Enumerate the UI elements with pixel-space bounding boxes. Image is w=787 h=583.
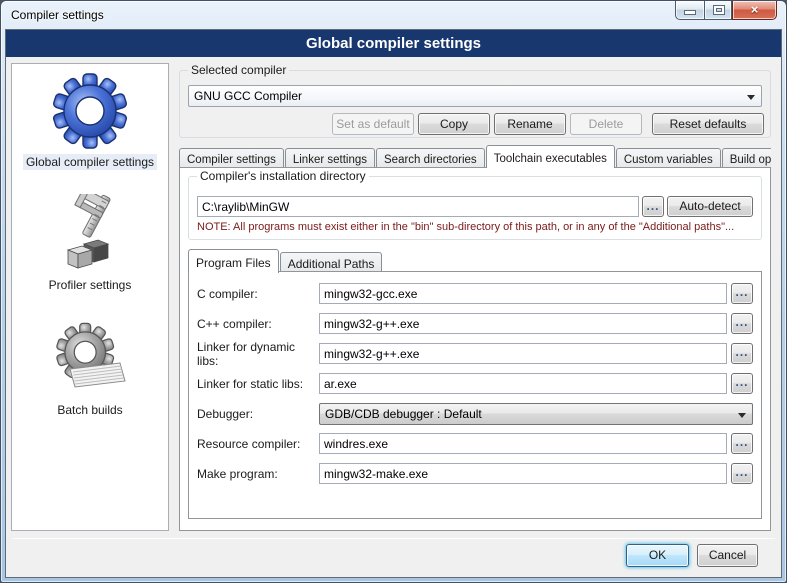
compiler-settings-dialog: Compiler settings × Global compiler sett… [0,0,787,583]
install-dir-note: NOTE: All programs must exist either in … [197,221,755,233]
set-as-default-button: Set as default [332,113,414,135]
program-files-panel: C compiler: ... C++ compiler: ... Linker… [188,271,762,519]
form-row-debugger: Debugger: GDB/CDB debugger : Default [197,403,753,424]
titlebar[interactable]: Compiler settings × [1,1,786,29]
form-row-linker-static: Linker for static libs: ... [197,373,753,394]
rename-button[interactable]: Rename [494,113,566,135]
tab-compiler-settings[interactable]: Compiler settings [179,148,284,168]
delete-button: Delete [570,113,642,135]
install-dir-group: Compiler's installation directory ... Au… [188,176,762,240]
install-dir-group-label: Compiler's installation directory [197,169,369,183]
compiler-select-value: GNU GCC Compiler [194,89,302,103]
field-label: Resource compiler: [197,437,319,451]
debugger-select-value: GDB/CDB debugger : Default [325,407,482,421]
sidebar-item-profiler-settings[interactable]: Profiler settings [46,194,135,293]
compiler-select[interactable]: GNU GCC Compiler [188,85,762,107]
subtab-additional-paths[interactable]: Additional Paths [280,252,383,272]
form-row-c-compiler: C compiler: ... [197,283,753,304]
chevron-down-icon [747,95,755,100]
install-dir-input[interactable] [197,196,639,217]
selected-compiler-group: Selected compiler GNU GCC Compiler Set a… [179,70,771,138]
install-dir-browse-button[interactable]: ... [642,196,664,217]
form-row-cpp-compiler: C++ compiler: ... [197,313,753,334]
close-button[interactable]: × [732,1,777,20]
sidebar-item-label: Profiler settings [46,277,135,293]
field-label: Linker for dynamic libs: [197,340,319,368]
minimize-icon [685,11,695,14]
field-label: Linker for static libs: [197,377,319,391]
tab-search-directories[interactable]: Search directories [376,148,485,168]
debugger-select[interactable]: GDB/CDB debugger : Default [319,403,753,425]
subtab-program-files[interactable]: Program Files [188,249,279,273]
cpp-compiler-input[interactable] [319,313,727,334]
window-controls: × [675,1,777,20]
c-compiler-browse-button[interactable]: ... [731,283,753,304]
window-title: Compiler settings [11,8,104,22]
make-program-input[interactable] [319,463,727,484]
chevron-down-icon [738,413,746,418]
form-row-resource-compiler: Resource compiler: ... [197,433,753,454]
ok-button[interactable]: OK [626,544,689,567]
form-row-linker-dynamic: Linker for dynamic libs: ... [197,343,753,364]
c-compiler-input[interactable] [319,283,727,304]
form-row-make-program: Make program: ... [197,463,753,484]
toolchain-executables-panel: Compiler's installation directory ... Au… [179,167,771,531]
page-title: Global compiler settings [6,30,781,57]
sidebar-item-global-compiler-settings[interactable]: Global compiler settings [23,71,157,170]
dialog-body: Global compiler settings [5,29,782,578]
cpp-compiler-browse-button[interactable]: ... [731,313,753,334]
close-icon: × [751,2,759,17]
main-tabs: Compiler settings Linker settings Search… [179,144,771,168]
linker-static-input[interactable] [319,373,727,394]
tab-linker-settings[interactable]: Linker settings [285,148,375,168]
tab-toolchain-executables[interactable]: Toolchain executables [486,145,615,168]
linker-static-browse-button[interactable]: ... [731,373,753,394]
resource-compiler-browse-button[interactable]: ... [731,433,753,454]
maximize-button[interactable] [704,1,732,20]
field-label: Make program: [197,467,319,481]
caliper-icon [50,194,130,274]
blue-gear-icon [50,71,130,151]
tab-build-options[interactable]: Build options [722,148,771,168]
copy-button[interactable]: Copy [418,113,490,135]
field-label: Debugger: [197,407,319,421]
cancel-button[interactable]: Cancel [697,544,758,567]
minimize-button[interactable] [675,1,704,20]
gear-papers-icon [50,319,130,399]
settings-sidebar: Global compiler settings [11,63,169,531]
linker-dynamic-input[interactable] [319,343,727,364]
make-program-browse-button[interactable]: ... [731,463,753,484]
program-subtabs: Program Files Additional Paths [188,249,383,272]
selected-compiler-group-label: Selected compiler [188,63,289,77]
footer-separator [12,538,775,539]
sidebar-item-label: Batch builds [54,402,125,418]
reset-defaults-button[interactable]: Reset defaults [652,113,764,135]
sidebar-item-batch-builds[interactable]: Batch builds [50,319,130,418]
sidebar-item-label: Global compiler settings [23,154,157,170]
autodetect-button[interactable]: Auto-detect [667,196,753,217]
field-label: C compiler: [197,287,319,301]
field-label: C++ compiler: [197,317,319,331]
resource-compiler-input[interactable] [319,433,727,454]
compiler-actions: Set as default Copy Rename Delete Reset … [332,113,764,135]
maximize-icon [714,6,724,14]
tab-custom-variables[interactable]: Custom variables [616,148,721,168]
linker-dynamic-browse-button[interactable]: ... [731,343,753,364]
